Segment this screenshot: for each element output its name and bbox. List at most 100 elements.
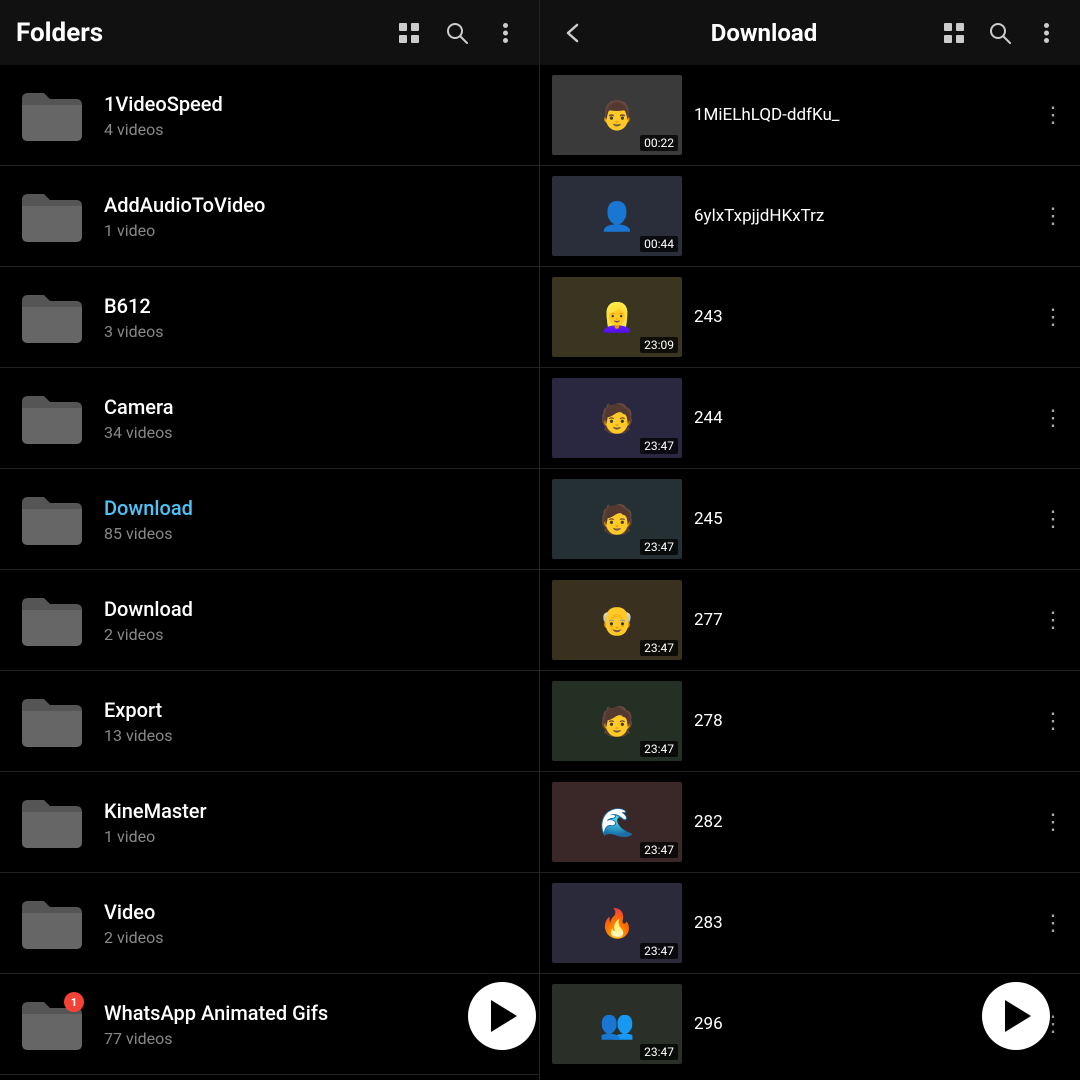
video-item[interactable]: 🧑 23:47 244 ⋮ <box>540 368 1080 468</box>
folder-item[interactable]: Download 2 videos <box>0 570 539 670</box>
folder-name: 1VideoSpeed <box>104 92 523 116</box>
video-item[interactable]: 🧑 23:47 278 ⋮ <box>540 671 1080 771</box>
folder-name: Camera <box>104 395 523 419</box>
folder-icon <box>16 887 88 959</box>
search-icon[interactable] <box>439 15 475 51</box>
folder-item[interactable]: WhatsApp Documents <box>0 1075 539 1080</box>
left-header: Folders <box>0 0 539 65</box>
folder-count: 2 videos <box>104 928 523 947</box>
folder-item[interactable]: Export 13 videos <box>0 671 539 771</box>
video-name: 278 <box>694 711 1026 731</box>
video-name: 245 <box>694 509 1026 529</box>
video-name: 283 <box>694 913 1026 933</box>
video-duration: 00:22 <box>640 135 678 151</box>
video-name: 296 <box>694 1014 1026 1034</box>
folder-name: Video <box>104 900 523 924</box>
video-item[interactable]: 👱‍♀️ 23:09 243 ⋮ <box>540 267 1080 367</box>
folder-info: Download 2 videos <box>104 597 523 644</box>
folder-icon <box>16 281 88 353</box>
video-item[interactable]: 🔥 23:47 283 ⋮ <box>540 873 1080 973</box>
more-options-icon[interactable] <box>487 15 523 51</box>
folder-icon-wrapper: 1 <box>16 988 88 1060</box>
folder-icon <box>16 786 88 858</box>
folder-icon-wrapper <box>16 180 88 252</box>
folder-item[interactable]: AddAudioToVideo 1 video <box>0 166 539 266</box>
folder-name: Download <box>104 496 523 520</box>
folder-name: KineMaster <box>104 799 523 823</box>
folder-item[interactable]: Download 85 videos <box>0 469 539 569</box>
right-panel: Download 👨 00: <box>540 0 1080 1080</box>
back-icon[interactable] <box>556 15 592 51</box>
video-duration: 23:47 <box>640 943 678 959</box>
video-duration: 23:47 <box>640 1044 678 1060</box>
folder-info: Export 13 videos <box>104 698 523 745</box>
folder-icon <box>16 79 88 151</box>
folder-count: 4 videos <box>104 120 523 139</box>
folder-item[interactable]: Video 2 videos <box>0 873 539 973</box>
video-duration: 23:47 <box>640 640 678 656</box>
right-grid-icon[interactable] <box>936 15 972 51</box>
video-name: 1MiELhLQD-ddfKu_ <box>694 105 1026 125</box>
video-more-icon[interactable]: ⋮ <box>1038 907 1068 940</box>
video-duration: 23:47 <box>640 539 678 555</box>
folder-count: 1 video <box>104 827 523 846</box>
left-panel: Folders <box>0 0 540 1080</box>
video-more-icon[interactable]: ⋮ <box>1038 806 1068 839</box>
video-item[interactable]: 👴 23:47 277 ⋮ <box>540 570 1080 670</box>
video-thumbnail: 👴 23:47 <box>552 580 682 660</box>
folder-icon-wrapper <box>16 786 88 858</box>
folder-info: Download 85 videos <box>104 496 523 543</box>
video-item[interactable]: 👨 00:22 1MiELhLQD-ddfKu_ ⋮ <box>540 65 1080 165</box>
play-fab-left[interactable] <box>468 982 536 1050</box>
video-thumbnail: 👤 00:44 <box>552 176 682 256</box>
folder-name: B612 <box>104 294 523 318</box>
play-icon-left <box>491 1000 517 1032</box>
folder-name: AddAudioToVideo <box>104 193 523 217</box>
folder-item[interactable]: KineMaster 1 video <box>0 772 539 872</box>
folder-name: WhatsApp Animated Gifs <box>104 1001 523 1025</box>
grid-view-icon[interactable] <box>391 15 427 51</box>
folder-item[interactable]: Camera 34 videos <box>0 368 539 468</box>
video-more-icon[interactable]: ⋮ <box>1038 301 1068 334</box>
folder-count: 1 video <box>104 221 523 240</box>
folder-icon-wrapper <box>16 79 88 151</box>
folder-count: 2 videos <box>104 625 523 644</box>
folder-info: B612 3 videos <box>104 294 523 341</box>
folder-count: 13 videos <box>104 726 523 745</box>
video-more-icon[interactable]: ⋮ <box>1038 402 1068 435</box>
folder-info: AddAudioToVideo 1 video <box>104 193 523 240</box>
folder-icon-wrapper <box>16 382 88 454</box>
folder-list: 1VideoSpeed 4 videos AddAudioToVideo 1 v… <box>0 65 539 1080</box>
folder-icon <box>16 382 88 454</box>
video-duration: 23:47 <box>640 741 678 757</box>
video-more-icon[interactable]: ⋮ <box>1038 200 1068 233</box>
right-more-icon[interactable] <box>1028 15 1064 51</box>
video-duration: 00:44 <box>640 236 678 252</box>
video-thumbnail: 👱‍♀️ 23:09 <box>552 277 682 357</box>
folder-item[interactable]: 1 WhatsApp Animated Gifs 77 videos <box>0 974 539 1074</box>
folder-item[interactable]: B612 3 videos <box>0 267 539 367</box>
folder-info: Video 2 videos <box>104 900 523 947</box>
folder-icon-wrapper <box>16 584 88 656</box>
video-item[interactable]: 👤 00:44 6ylxTxpjjdHKxTrz ⋮ <box>540 166 1080 266</box>
folder-count: 77 videos <box>104 1029 523 1048</box>
video-more-icon[interactable]: ⋮ <box>1038 705 1068 738</box>
video-more-icon[interactable]: ⋮ <box>1038 604 1068 637</box>
right-header: Download <box>540 0 1080 65</box>
video-item[interactable]: 🌊 23:47 282 ⋮ <box>540 772 1080 872</box>
video-item[interactable]: 🧑 23:47 245 ⋮ <box>540 469 1080 569</box>
folder-icon <box>16 685 88 757</box>
video-name: 244 <box>694 408 1026 428</box>
video-more-icon[interactable]: ⋮ <box>1038 99 1068 132</box>
video-more-icon[interactable]: ⋮ <box>1038 503 1068 536</box>
download-title: Download <box>602 19 926 47</box>
folder-badge: 1 <box>64 992 84 1012</box>
play-fab-right[interactable] <box>982 982 1050 1050</box>
folder-icon-wrapper <box>16 887 88 959</box>
folder-icon-wrapper <box>16 281 88 353</box>
folder-icon <box>16 584 88 656</box>
folder-item[interactable]: 1VideoSpeed 4 videos <box>0 65 539 165</box>
video-name: 277 <box>694 610 1026 630</box>
video-duration: 23:09 <box>640 337 678 353</box>
right-search-icon[interactable] <box>982 15 1018 51</box>
